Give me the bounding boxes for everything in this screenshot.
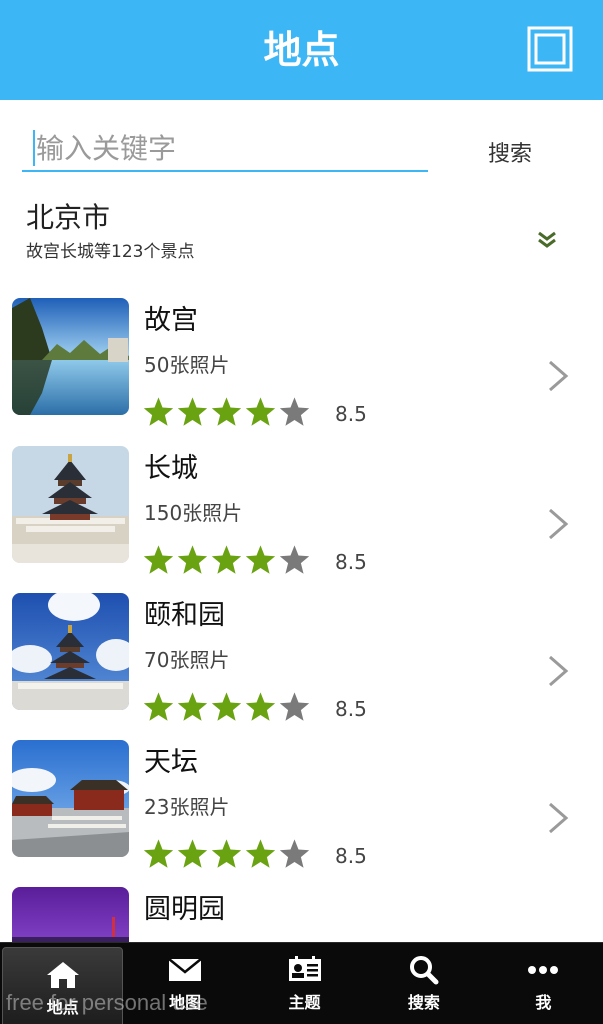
nav-label: 主题 bbox=[288, 993, 321, 1012]
place-name: 天坛 bbox=[144, 747, 198, 778]
nav-item-search[interactable]: 搜索 bbox=[364, 943, 483, 1024]
app-screen: 地点 搜索 北京市 故宫长城等123个景点 bbox=[0, 0, 603, 1024]
place-name: 圆明园 bbox=[144, 894, 225, 925]
star-filled-icon bbox=[143, 839, 174, 868]
photo-count: 23张照片 bbox=[144, 795, 230, 819]
rating-value: 8.5 bbox=[335, 844, 367, 868]
star-filled-icon bbox=[143, 692, 174, 721]
square-frame-icon[interactable] bbox=[527, 26, 573, 72]
place-thumbnail bbox=[12, 446, 129, 563]
star-filled-icon bbox=[177, 692, 208, 721]
star-empty-icon bbox=[279, 839, 310, 868]
city-name: 北京市 bbox=[26, 201, 111, 234]
star-empty-icon bbox=[279, 545, 310, 574]
list-item[interactable]: 长城 150张照片 8.5 bbox=[0, 446, 603, 593]
rating-value: 8.5 bbox=[335, 550, 367, 574]
double-chevron-down-icon[interactable] bbox=[535, 230, 559, 250]
star-filled-icon bbox=[245, 839, 276, 868]
nav-item-places[interactable]: 地点 bbox=[2, 947, 124, 1024]
star-filled-icon bbox=[177, 545, 208, 574]
star-filled-icon bbox=[211, 397, 242, 426]
star-filled-icon bbox=[143, 397, 174, 426]
photo-count: 50张照片 bbox=[144, 353, 230, 377]
nav-label: 我 bbox=[535, 993, 552, 1012]
list-item[interactable]: 颐和园 70张照片 8.5 bbox=[0, 593, 603, 740]
rating-value: 8.5 bbox=[335, 402, 367, 426]
star-filled-icon bbox=[211, 839, 242, 868]
list-item[interactable]: 故宫 50张照片 8.5 bbox=[0, 298, 603, 445]
nav-label: 搜索 bbox=[407, 993, 440, 1012]
star-filled-icon bbox=[245, 692, 276, 721]
search-icon bbox=[409, 956, 439, 985]
nav-label: 地图 bbox=[169, 993, 202, 1012]
envelope-icon bbox=[168, 958, 202, 981]
text-caret bbox=[33, 130, 35, 166]
bottom-nav: 地点 地图 主题 搜索 我 bbox=[0, 942, 603, 1024]
star-filled-icon bbox=[177, 839, 208, 868]
star-filled-icon bbox=[245, 545, 276, 574]
chevron-right-icon bbox=[549, 508, 569, 540]
search-button[interactable]: 搜索 bbox=[470, 132, 550, 172]
nav-item-me[interactable]: 我 bbox=[484, 943, 603, 1024]
page-title: 地点 bbox=[263, 28, 340, 72]
nav-item-topics[interactable]: 主题 bbox=[245, 943, 364, 1024]
star-filled-icon bbox=[211, 692, 242, 721]
place-name: 故宫 bbox=[144, 305, 198, 336]
place-thumbnail bbox=[12, 593, 129, 710]
place-name: 颐和园 bbox=[144, 600, 225, 631]
nav-item-map[interactable]: 地图 bbox=[125, 943, 244, 1024]
star-filled-icon bbox=[211, 545, 242, 574]
chevron-right-icon bbox=[549, 802, 569, 834]
rating-value: 8.5 bbox=[335, 697, 367, 721]
star-rating bbox=[142, 838, 312, 872]
chevron-right-icon bbox=[549, 360, 569, 392]
header-bar: 地点 bbox=[0, 0, 603, 100]
star-filled-icon bbox=[177, 397, 208, 426]
place-thumbnail bbox=[12, 740, 129, 857]
photo-count: 70张照片 bbox=[144, 648, 230, 672]
star-filled-icon bbox=[245, 397, 276, 426]
star-rating bbox=[142, 544, 312, 578]
star-rating bbox=[142, 396, 312, 430]
place-thumbnail bbox=[12, 298, 129, 415]
star-rating bbox=[142, 691, 312, 725]
nav-label: 地点 bbox=[46, 998, 79, 1017]
star-filled-icon bbox=[143, 545, 174, 574]
photo-count: 150张照片 bbox=[144, 501, 243, 525]
city-description: 故宫长城等123个景点 bbox=[26, 242, 195, 262]
home-icon bbox=[46, 962, 79, 988]
contact-card-icon bbox=[288, 956, 321, 981]
more-dots-icon bbox=[528, 966, 559, 974]
search-input[interactable] bbox=[22, 126, 428, 172]
list-item[interactable]: 天坛 23张照片 8.5 bbox=[0, 740, 603, 887]
star-empty-icon bbox=[279, 397, 310, 426]
place-name: 长城 bbox=[144, 453, 198, 484]
chevron-right-icon bbox=[549, 655, 569, 687]
city-selector[interactable]: 北京市 故宫长城等123个景点 bbox=[0, 196, 603, 276]
star-empty-icon bbox=[279, 692, 310, 721]
